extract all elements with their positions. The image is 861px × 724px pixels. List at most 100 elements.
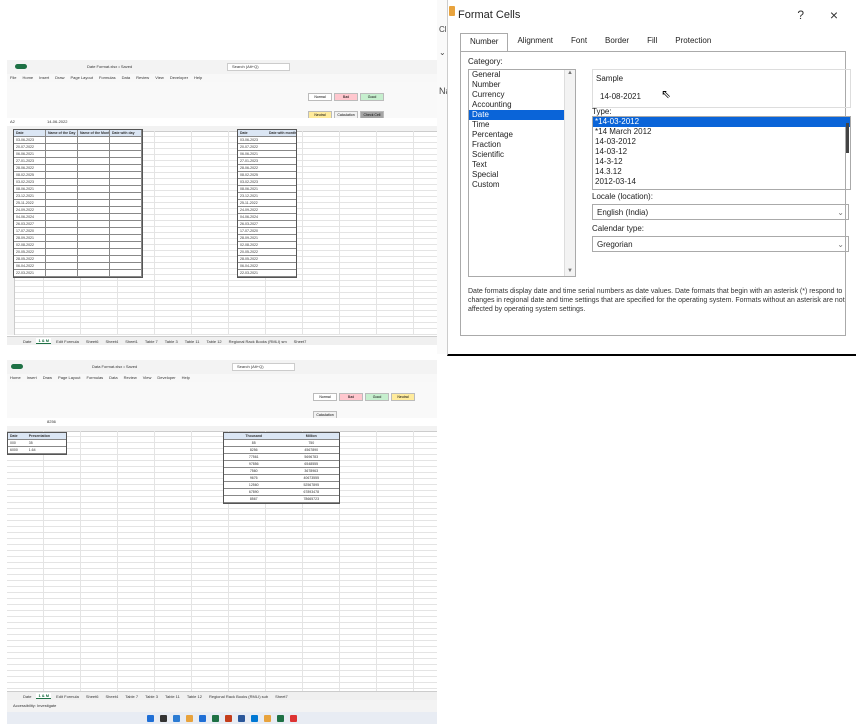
table-cell[interactable]: 85 <box>224 440 282 447</box>
date-cell[interactable]: 06-06-2021 <box>14 151 46 158</box>
empty-cell[interactable] <box>78 186 110 193</box>
table-cell[interactable]: 9676 <box>224 475 282 482</box>
autosave-toggle[interactable] <box>11 364 23 369</box>
empty-cell[interactable] <box>110 270 142 277</box>
table-row[interactable]: 06-06-2021 <box>14 151 142 158</box>
tab-font[interactable]: Font <box>562 33 596 51</box>
table-cell[interactable]: 000 <box>8 440 27 447</box>
table-cell[interactable]: 40673555 <box>281 475 339 482</box>
sheet-tab[interactable]: Sheet6 <box>84 339 101 344</box>
date-cell[interactable]: 27-01-2023 <box>238 158 267 165</box>
sheet-tab[interactable]: Sheet1 <box>123 339 140 344</box>
ribbon-tab[interactable]: Draw <box>43 376 52 380</box>
column-header[interactable]: Million <box>281 433 339 440</box>
type-item[interactable]: *14-03-2012 <box>593 117 850 127</box>
table-row[interactable]: 20-05-2022 <box>14 249 142 256</box>
edge-icon[interactable] <box>199 714 206 722</box>
table-row[interactable]: 6000 1.64 <box>8 447 66 454</box>
table-row[interactable]: 23-12-2021 <box>14 193 142 200</box>
empty-cell[interactable] <box>110 172 142 179</box>
empty-cell[interactable] <box>267 228 296 235</box>
table-row[interactable]: 24-09-2022 <box>238 207 296 214</box>
date-cell[interactable]: 28-05-2022 <box>238 256 267 263</box>
sheet-tab[interactable]: Regional Rack Books (RMLI) sub <box>207 694 270 699</box>
date-cell[interactable]: 25-11-2022 <box>238 200 267 207</box>
ribbon-tab[interactable]: Page Layout <box>58 376 80 380</box>
name-box[interactable]: A2 <box>10 120 15 124</box>
tab-border[interactable]: Border <box>596 33 638 51</box>
table-cell[interactable]: 3678963 <box>281 468 339 475</box>
empty-cell[interactable] <box>78 151 110 158</box>
date-cell[interactable]: 03-02-2023 <box>14 179 46 186</box>
empty-cell[interactable] <box>46 214 78 221</box>
table-row[interactable]: 06-06-2021 <box>238 151 296 158</box>
category-item[interactable]: Number <box>469 80 575 90</box>
category-item[interactable]: Custom <box>469 180 575 190</box>
accessibility-status[interactable]: Accessibility: Investigate <box>13 703 56 708</box>
empty-cell[interactable] <box>78 263 110 270</box>
empty-cell[interactable] <box>110 200 142 207</box>
column-header[interactable]: Date with month <box>267 130 296 137</box>
table-row[interactable]: 24-09-2022 <box>14 207 142 214</box>
table-cell[interactable]: 52567895 <box>281 482 339 489</box>
scroll-down-icon[interactable]: ▼ <box>565 268 575 274</box>
empty-cell[interactable] <box>267 179 296 186</box>
empty-cell[interactable] <box>267 242 296 249</box>
empty-cell[interactable] <box>110 228 142 235</box>
empty-cell[interactable] <box>46 151 78 158</box>
column-header[interactable]: Presentation <box>26 433 66 440</box>
close-button[interactable]: × <box>830 7 838 23</box>
category-item[interactable]: Fraction <box>469 140 575 150</box>
column-header[interactable]: Date <box>238 130 267 137</box>
date-cell[interactable]: 08-02-2025 <box>14 172 46 179</box>
ribbon-tab[interactable]: Home <box>10 376 21 380</box>
table-cell[interactable]: 5696783 <box>281 454 339 461</box>
table-cell[interactable]: 6000 <box>8 447 27 454</box>
empty-cell[interactable] <box>78 165 110 172</box>
sheet-tab[interactable]: Edit Formula <box>54 694 81 699</box>
date-cell[interactable]: 28-09-2021 <box>14 235 46 242</box>
table-cell[interactable]: 67890 <box>224 489 282 496</box>
scroll-up-icon[interactable]: ▲ <box>565 70 575 76</box>
empty-cell[interactable] <box>267 235 296 242</box>
empty-cell[interactable] <box>46 242 78 249</box>
table-row[interactable]: 28-06-2022 <box>14 165 142 172</box>
ribbon-tab[interactable]: Review <box>136 76 149 80</box>
table-row[interactable]: 8256 4567890 <box>224 447 339 454</box>
table-cell[interactable]: 8567 <box>224 496 282 503</box>
start-icon[interactable] <box>147 714 154 722</box>
date-cell[interactable]: 06-04-2022 <box>14 263 46 270</box>
date-cell[interactable]: 08-06-2021 <box>14 186 46 193</box>
table-row[interactable]: 03-06-2023 <box>238 137 296 144</box>
cell-style-bad[interactable]: Bad <box>339 393 363 401</box>
cell-grid[interactable] <box>7 431 437 692</box>
column-header[interactable]: Date <box>8 433 27 440</box>
date-cell[interactable]: 22-03-2021 <box>238 270 267 277</box>
empty-cell[interactable] <box>46 235 78 242</box>
cell-style-good[interactable]: Good <box>360 93 384 101</box>
empty-cell[interactable] <box>267 214 296 221</box>
date-cell[interactable]: 20-07-2022 <box>238 144 267 151</box>
table-row[interactable]: 03-06-2023 <box>14 137 142 144</box>
empty-cell[interactable] <box>46 263 78 270</box>
table-row[interactable]: 08-02-2025 <box>14 172 142 179</box>
category-item[interactable]: Date <box>469 110 575 120</box>
empty-cell[interactable] <box>46 270 78 277</box>
date-cell[interactable]: 27-01-2023 <box>14 158 46 165</box>
empty-cell[interactable] <box>267 256 296 263</box>
table-row[interactable]: 28-09-2021 <box>14 235 142 242</box>
empty-cell[interactable] <box>46 144 78 151</box>
empty-cell[interactable] <box>267 270 296 277</box>
category-item[interactable]: Scientific <box>469 150 575 160</box>
ribbon-tab[interactable]: Help <box>182 376 190 380</box>
sheet-tab[interactable]: Sheet7 <box>273 694 290 699</box>
empty-cell[interactable] <box>46 172 78 179</box>
table-cell[interactable]: 6548555 <box>281 461 339 468</box>
date-cell[interactable]: 17-07-2020 <box>14 228 46 235</box>
date-cell[interactable]: 06-04-2022 <box>238 263 267 270</box>
type-scrollbar-thumb[interactable] <box>846 123 849 153</box>
table-cell[interactable]: 1.64 <box>26 447 66 454</box>
ribbon-tab[interactable]: Help <box>194 76 202 80</box>
empty-cell[interactable] <box>46 221 78 228</box>
empty-cell[interactable] <box>78 193 110 200</box>
